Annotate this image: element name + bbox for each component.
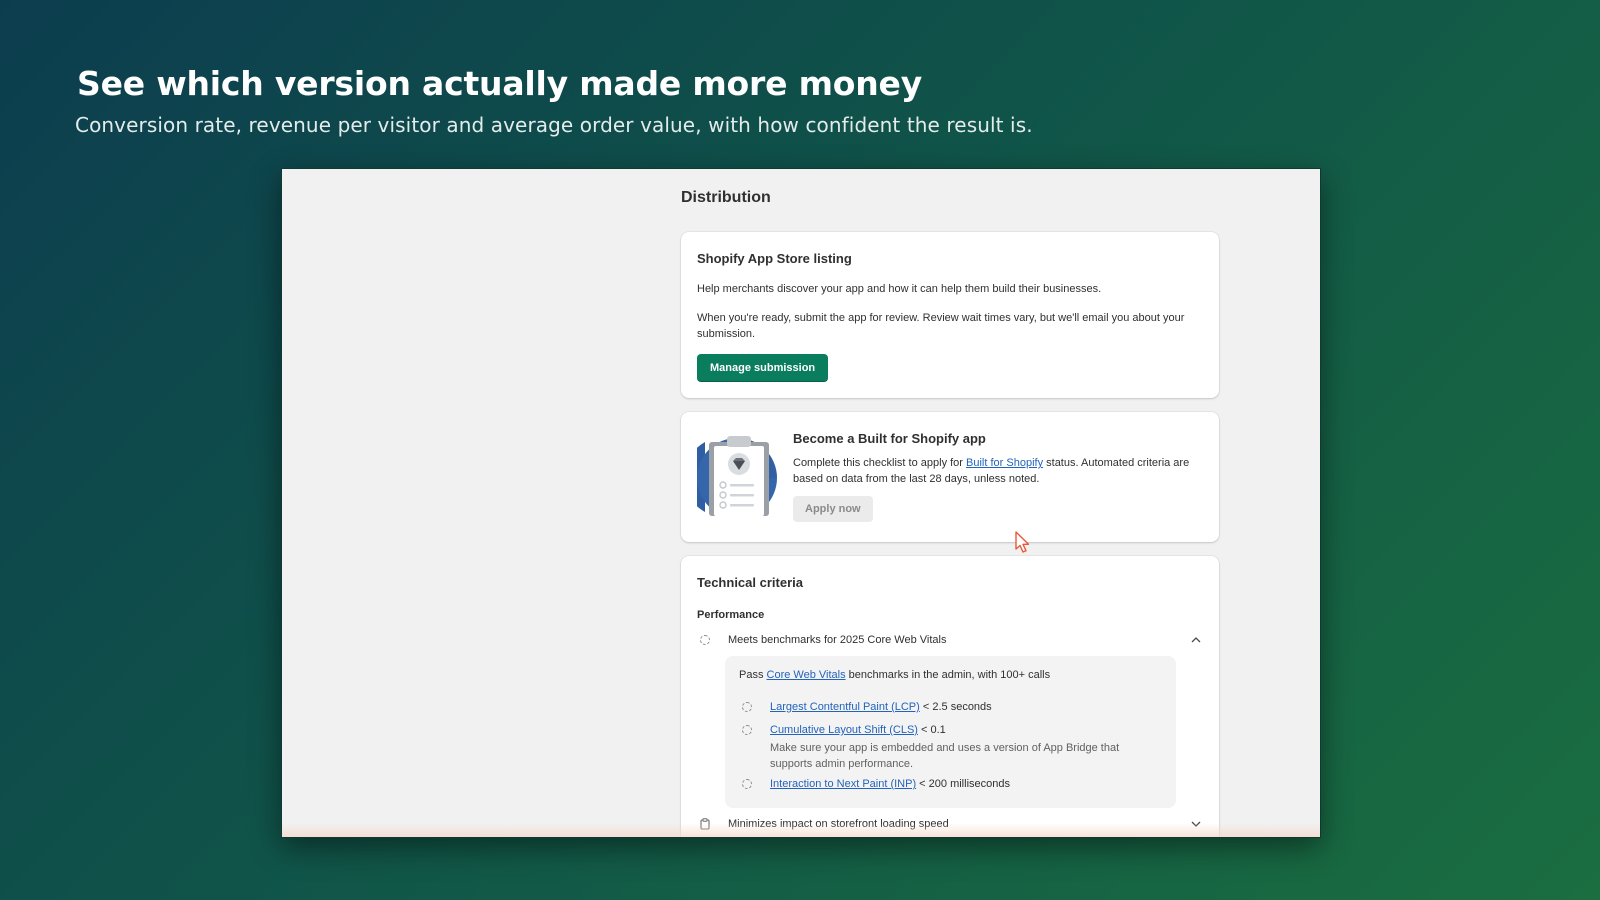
cls-value: < 0.1 xyxy=(917,724,946,736)
bfs-card-heading: Become a Built for Shopify app xyxy=(793,431,986,446)
lcp-value: < 2.5 seconds xyxy=(919,701,992,713)
bfs-text-before: Complete this checklist to apply for xyxy=(793,457,967,469)
pending-status-icon xyxy=(700,635,710,645)
clipboard-illustration-icon xyxy=(697,436,777,516)
storefront-criterion-row[interactable]: Minimizes impact on storefront loading s… xyxy=(700,818,1201,830)
core-web-vitals-link[interactable]: Core Web Vitals xyxy=(767,669,846,681)
app-store-listing-card: Shopify App Store listing Help merchants… xyxy=(681,232,1219,398)
cls-metric-text: Cumulative Layout Shift (CLS) < 0.1 xyxy=(770,724,946,736)
pending-status-icon xyxy=(742,725,752,735)
pending-status-icon xyxy=(742,779,752,789)
performance-label: Performance xyxy=(697,609,765,621)
cwv-criterion-label: Meets benchmarks for 2025 Core Web Vital… xyxy=(728,634,947,646)
page-title: Distribution xyxy=(681,189,771,206)
inp-link[interactable]: Interaction to Next Paint (INP) xyxy=(770,778,916,790)
built-for-shopify-link[interactable]: Built for Shopify xyxy=(966,457,1043,469)
hero-title: See which version actually made more mon… xyxy=(77,64,923,103)
cwv-criterion-row[interactable]: Meets benchmarks for 2025 Core Web Vital… xyxy=(700,634,1201,646)
listing-card-heading: Shopify App Store listing xyxy=(697,251,852,266)
cls-link[interactable]: Cumulative Layout Shift (CLS) xyxy=(770,724,918,736)
listing-card-text-1: Help merchants discover your app and how… xyxy=(697,283,1102,295)
technical-criteria-card: Technical criteria Performance Meets ben… xyxy=(681,556,1219,837)
listing-card-text-2: When you're ready, submit the app for re… xyxy=(697,312,1185,340)
pending-status-icon xyxy=(742,702,752,712)
inp-metric-text: Interaction to Next Paint (INP) < 200 mi… xyxy=(770,778,1010,790)
cwv-details-panel: Pass Core Web Vitals benchmarks in the a… xyxy=(725,656,1176,808)
bfs-card-text: Complete this checklist to apply for Bui… xyxy=(793,455,1203,487)
manage-submission-button[interactable]: Manage submission xyxy=(697,354,829,382)
cls-metric-row: Cumulative Layout Shift (CLS) < 0.1 xyxy=(742,724,946,736)
cwv-pass-text: Pass Core Web Vitals benchmarks in the a… xyxy=(739,669,1050,681)
lcp-metric-row: Largest Contentful Paint (LCP) < 2.5 sec… xyxy=(742,701,992,713)
built-for-shopify-card: Become a Built for Shopify app Complete … xyxy=(681,412,1219,542)
app-window: Distribution Shopify App Store listing H… xyxy=(281,168,1321,838)
technical-criteria-heading: Technical criteria xyxy=(697,575,803,590)
inp-metric-row: Interaction to Next Paint (INP) < 200 mi… xyxy=(742,778,1010,790)
storefront-criterion-label: Minimizes impact on storefront loading s… xyxy=(728,818,949,830)
chevron-up-icon[interactable] xyxy=(1191,637,1201,643)
lcp-link[interactable]: Largest Contentful Paint (LCP) xyxy=(770,701,920,713)
hero-subtitle: Conversion rate, revenue per visitor and… xyxy=(75,113,1033,137)
cls-note: Make sure your app is embedded and uses … xyxy=(770,742,1120,770)
clipboard-icon xyxy=(700,818,710,830)
inp-value: < 200 milliseconds xyxy=(916,778,1010,790)
apply-now-button[interactable]: Apply now xyxy=(793,496,873,522)
pass-text-after: benchmarks in the admin, with 100+ calls xyxy=(845,669,1051,681)
mouse-cursor-icon xyxy=(1015,531,1030,553)
chevron-down-icon[interactable] xyxy=(1191,821,1201,827)
lcp-metric-text: Largest Contentful Paint (LCP) < 2.5 sec… xyxy=(770,701,992,713)
pass-text-before: Pass xyxy=(739,669,767,681)
